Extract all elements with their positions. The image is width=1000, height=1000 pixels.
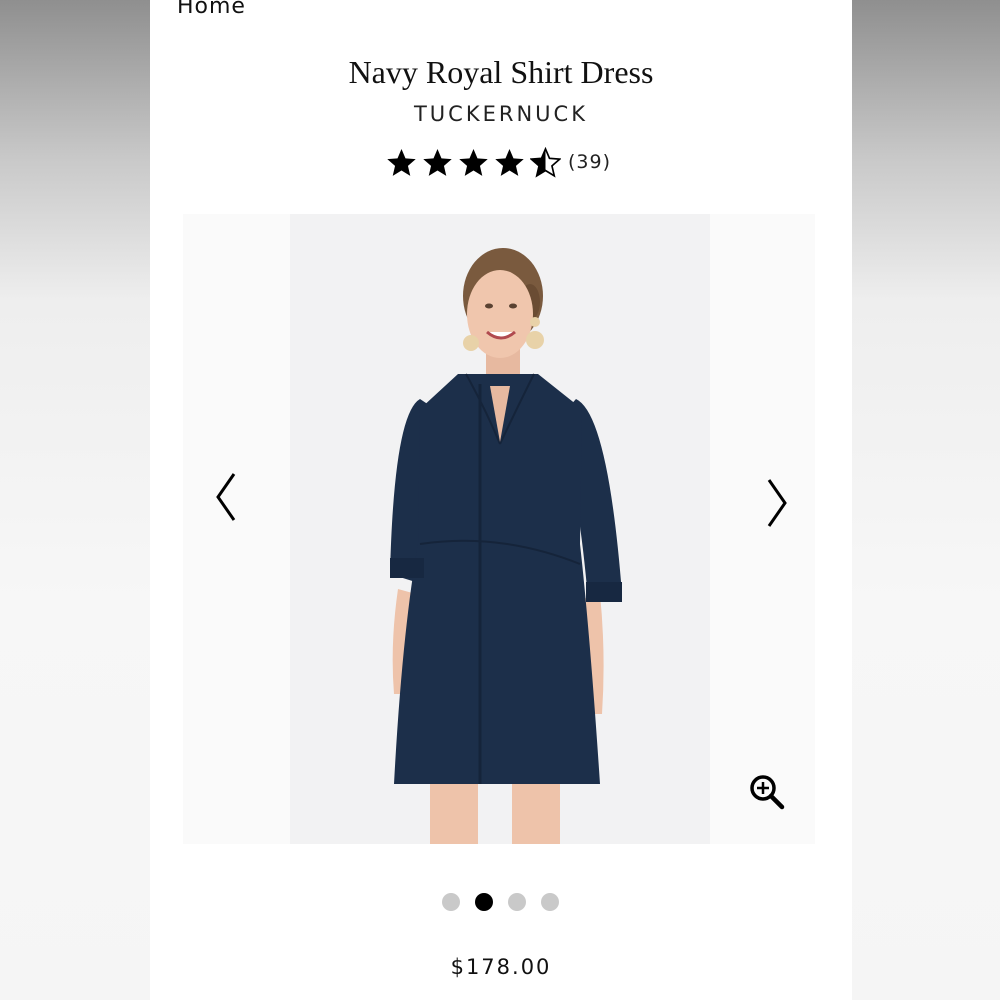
carousel-dot[interactable] — [508, 893, 526, 911]
carousel-pagination — [442, 893, 574, 911]
product-price: $178.00 — [450, 955, 552, 979]
brand-name[interactable]: TUCKERNUCK — [150, 102, 852, 126]
chevron-left-icon[interactable] — [212, 470, 242, 524]
carousel-dot-active[interactable] — [475, 893, 493, 911]
carousel-dot[interactable] — [442, 893, 460, 911]
star-icon — [459, 148, 488, 176]
product-photo[interactable] — [290, 214, 710, 844]
product-page: Home Navy Royal Shirt Dress TUCKERNUCK (… — [150, 0, 852, 1000]
star-icon — [387, 148, 416, 176]
product-rating[interactable]: (39) — [386, 145, 611, 179]
star-icon — [495, 148, 524, 176]
chevron-right-icon[interactable] — [761, 476, 791, 530]
half-star-icon — [530, 146, 561, 178]
background-right — [852, 0, 1000, 1000]
zoom-in-icon[interactable] — [747, 772, 787, 812]
breadcrumb-home[interactable]: Home — [177, 0, 246, 19]
review-count[interactable]: (39) — [568, 151, 611, 173]
model-wearing-dress-image — [290, 214, 710, 844]
star-icon — [423, 148, 452, 176]
image-gallery — [183, 214, 815, 844]
background-left — [0, 0, 150, 1000]
carousel-dot[interactable] — [541, 893, 559, 911]
product-title: Navy Royal Shirt Dress — [348, 54, 654, 90]
